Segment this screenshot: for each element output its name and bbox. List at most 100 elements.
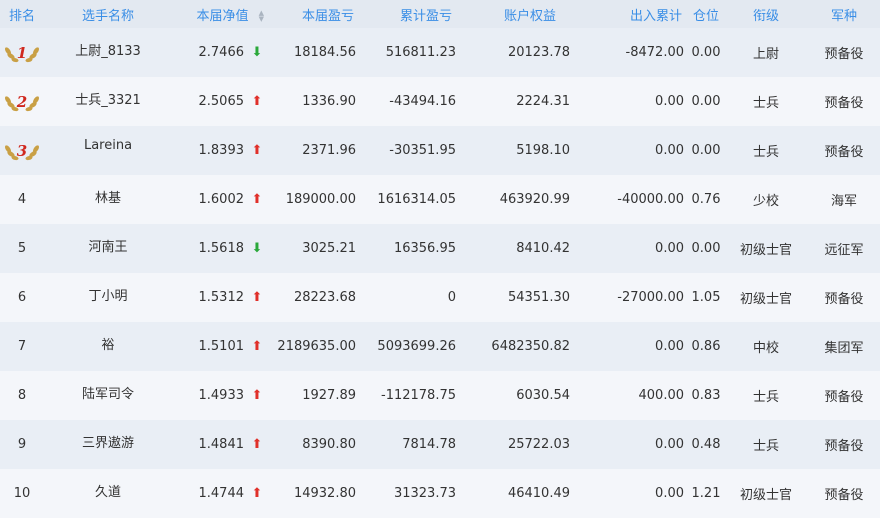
player-name[interactable]: 裕 [44, 322, 172, 371]
position: 0.00 [691, 94, 721, 109]
rank-title: 士兵 [752, 390, 779, 405]
nav-cell: 1.8393 ⬆ [172, 126, 272, 175]
total-pnl: -30351.95 [389, 143, 456, 158]
header-session-pnl[interactable]: 本届盈亏 [272, 0, 370, 28]
arrow-up-icon: ⬆ [251, 290, 263, 305]
player-name-text[interactable]: 林基 [95, 191, 121, 206]
rank-title: 中校 [752, 341, 779, 356]
header-nav-label: 本届净值 [196, 8, 249, 24]
account-equity: 2224.31 [516, 94, 570, 109]
account-equity: 6030.54 [516, 388, 570, 403]
arrow-up-icon: ⬆ [251, 486, 263, 501]
account-equity: 25722.03 [507, 437, 570, 452]
rank-cell: 2 [0, 77, 44, 126]
player-name[interactable]: 陆军司令 [44, 371, 172, 420]
account-equity: 6482350.82 [491, 339, 570, 354]
total-pnl: 1616314.05 [377, 192, 456, 207]
rank-cell: 8 [0, 371, 44, 420]
inout-total: 0.00 [655, 143, 684, 158]
player-name[interactable]: 上尉_8133 [44, 28, 172, 77]
table-row[interactable]: 6 丁小明 1.5312 ⬆ 28223.68 0 54351.30 -27000… [0, 273, 880, 322]
header-name[interactable]: 选手名称 [44, 0, 172, 28]
player-name-text[interactable]: 陆军司令 [82, 387, 134, 402]
rank-cell: 6 [0, 273, 44, 322]
player-name[interactable]: 士兵_3321 [44, 77, 172, 126]
player-name-text[interactable]: 河南王 [88, 240, 127, 255]
rank-cell: 5 [0, 224, 44, 273]
session-pnl: 8390.80 [302, 437, 356, 452]
nav-cell: 2.5065 ⬆ [172, 77, 272, 126]
rank-title: 初级士官 [739, 243, 792, 258]
session-pnl: 18184.56 [293, 45, 356, 60]
player-name[interactable]: 丁小明 [44, 273, 172, 322]
branch: 预备役 [824, 47, 864, 62]
table-row[interactable]: 7 裕 1.5101 ⬆ 2189635.00 5093699.26 648235… [0, 322, 880, 371]
rank-cell: 1 [0, 28, 44, 77]
player-name-text[interactable]: 三界遨游 [82, 436, 134, 451]
table-row[interactable]: 8 陆军司令 1.4933 ⬆ 1927.89 -112178.75 6030.5… [0, 371, 880, 420]
rank-number: 5 [17, 241, 27, 256]
nav-value: 1.8393 [198, 143, 245, 158]
player-name[interactable]: 三界遨游 [44, 420, 172, 469]
position: 0.76 [691, 192, 721, 207]
header-branch[interactable]: 军种 [808, 0, 880, 28]
account-equity: 8410.42 [516, 241, 570, 256]
inout-total: -8472.00 [625, 45, 684, 60]
laurel-medal-icon: 2 [2, 91, 42, 113]
total-pnl: 516811.23 [385, 45, 456, 60]
branch: 海军 [830, 194, 857, 209]
rank-number: 10 [13, 486, 31, 501]
table-row[interactable]: 9 三界遨游 1.4841 ⬆ 8390.80 7814.78 25722.03 … [0, 420, 880, 469]
nav-value: 2.5065 [198, 94, 245, 109]
player-name[interactable]: Lareina [44, 126, 172, 175]
header-position[interactable]: 仓位 [688, 0, 724, 28]
nav-value: 1.4841 [198, 437, 245, 452]
account-equity: 5198.10 [516, 143, 570, 158]
position: 0.00 [691, 45, 721, 60]
player-name-text[interactable]: 士兵_3321 [75, 93, 141, 108]
player-name[interactable]: 林基 [44, 175, 172, 224]
nav-cell: 1.5618 ⬇ [172, 224, 272, 273]
player-name-text[interactable]: 裕 [101, 338, 114, 353]
total-pnl: 5093699.26 [377, 339, 456, 354]
nav-cell: 1.6002 ⬆ [172, 175, 272, 224]
rank-title: 上尉 [752, 47, 779, 62]
leaderboard-table: 排名 选手名称 本届净值 ▲ ▼ 本届盈亏 累计盈亏 账户权益 出入累计 仓位 衔… [0, 0, 880, 518]
header-equity[interactable]: 账户权益 [470, 0, 578, 28]
session-pnl: 1336.90 [302, 94, 356, 109]
player-name-text[interactable]: 上尉_8133 [75, 44, 141, 59]
header-inout[interactable]: 出入累计 [578, 0, 688, 28]
table-row[interactable]: 4 林基 1.6002 ⬆ 189000.00 1616314.05 463920… [0, 175, 880, 224]
player-name-text[interactable]: Lareina [84, 138, 132, 153]
total-pnl: -43494.16 [389, 94, 456, 109]
total-pnl: 0 [447, 290, 456, 305]
player-name-text[interactable]: 久道 [95, 485, 121, 500]
table-header-row: 排名 选手名称 本届净值 ▲ ▼ 本届盈亏 累计盈亏 账户权益 出入累计 仓位 衔… [0, 0, 880, 28]
header-nav[interactable]: 本届净值 ▲ ▼ [172, 0, 272, 28]
branch: 集团军 [824, 341, 864, 356]
rank-cell: 7 [0, 322, 44, 371]
nav-cell: 1.4841 ⬆ [172, 420, 272, 469]
total-pnl: 7814.78 [402, 437, 456, 452]
table-row[interactable]: 2 士兵_3321 2.5065 ⬆ 1336.90 -43494.16 2224… [0, 77, 880, 126]
rank-number: 9 [17, 437, 27, 452]
arrow-up-icon: ⬆ [251, 388, 263, 403]
player-name[interactable]: 河南王 [44, 224, 172, 273]
player-name-text[interactable]: 丁小明 [88, 289, 127, 304]
header-rank[interactable]: 排名 [0, 0, 44, 28]
rank-title: 士兵 [752, 145, 779, 160]
table-row[interactable]: 3 Lareina 1.8393 ⬆ 2371.96 -30351.95 5198… [0, 126, 880, 175]
session-pnl: 28223.68 [293, 290, 356, 305]
nav-value: 2.7466 [198, 45, 245, 60]
arrow-up-icon: ⬆ [251, 437, 263, 452]
header-rank-title[interactable]: 衔级 [724, 0, 808, 28]
account-equity: 54351.30 [507, 290, 570, 305]
table-row[interactable]: 1 上尉_8133 2.7466 ⬇ 18184.56 516811.23 201… [0, 28, 880, 77]
total-pnl: 16356.95 [393, 241, 456, 256]
table-row[interactable]: 5 河南王 1.5618 ⬇ 3025.21 16356.95 8410.42 0… [0, 224, 880, 273]
svg-text:1: 1 [17, 44, 27, 62]
arrow-up-icon: ⬆ [251, 143, 263, 158]
header-total-pnl[interactable]: 累计盈亏 [370, 0, 470, 28]
sort-icon[interactable]: ▲ ▼ [259, 10, 264, 23]
arrow-up-icon: ⬆ [251, 94, 263, 109]
